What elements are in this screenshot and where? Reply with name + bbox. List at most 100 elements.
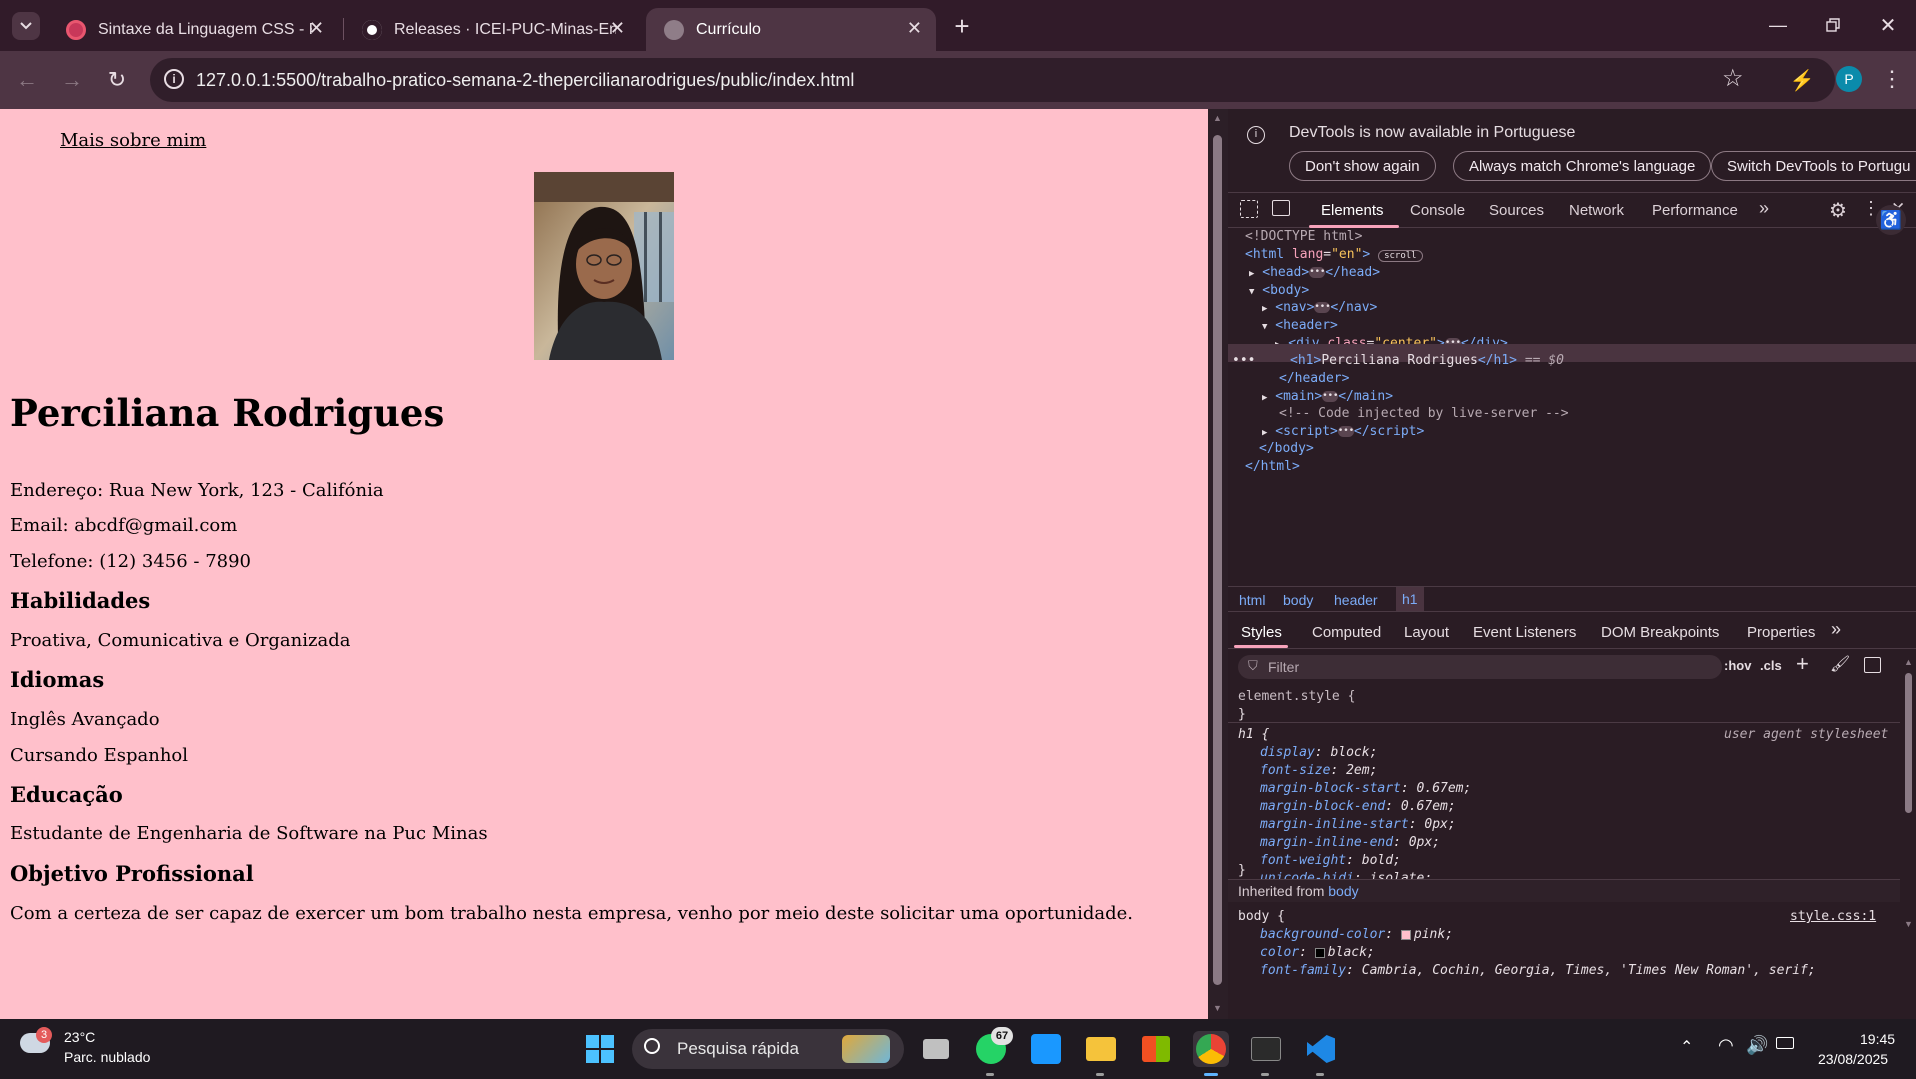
close-tab-icon[interactable]: ✕ (309, 18, 324, 39)
cls-toggle[interactable]: .cls (1760, 658, 1782, 673)
file-explorer-icon[interactable] (1083, 1031, 1119, 1067)
address-bar[interactable]: i 127.0.0.1:5500/trabalho-pratico-semana… (150, 58, 1835, 102)
tab-sources[interactable]: Sources (1489, 202, 1544, 219)
breadcrumb-header[interactable]: header (1334, 592, 1378, 608)
taskbar-search[interactable]: Pesquisa rápida (632, 1029, 904, 1069)
dom-node-html-close[interactable]: </html> (1245, 459, 1300, 474)
weather-widget[interactable]: 3 23°C Parc. nublado (20, 1027, 180, 1071)
task-view-icon[interactable] (918, 1031, 954, 1067)
close-tab-icon[interactable]: ✕ (907, 18, 922, 39)
inspect-element-icon[interactable] (1240, 200, 1258, 218)
dont-show-again-button[interactable]: Don't show again (1289, 151, 1436, 181)
paint-icon[interactable]: 🖌 (1830, 654, 1850, 674)
match-language-button[interactable]: Always match Chrome's language (1453, 151, 1712, 181)
browser-tab-curriculo[interactable]: Currículo ✕ (646, 8, 936, 51)
body-rule-selector[interactable]: body { (1238, 909, 1285, 924)
close-tab-icon[interactable]: ✕ (610, 18, 625, 39)
forward-button[interactable]: → (57, 65, 87, 95)
close-window-button[interactable]: ✕ (1870, 10, 1906, 40)
terminal-icon[interactable] (1248, 1031, 1284, 1067)
dom-node-header[interactable]: ▼ <header> (1262, 318, 1338, 333)
more-tabs-icon[interactable]: » (1759, 198, 1769, 219)
reload-button[interactable]: ↻ (102, 65, 132, 95)
minimize-button[interactable]: — (1760, 10, 1796, 40)
prime-video-icon[interactable] (1028, 1031, 1064, 1067)
browser-tab-css[interactable]: Sintaxe da Linguagem CSS - Re ✕ (48, 8, 338, 51)
tab-dom-breakpoints[interactable]: DOM Breakpoints (1601, 624, 1719, 641)
css-declaration[interactable]: display: block; (1260, 745, 1377, 760)
new-tab-button[interactable]: + (948, 11, 976, 41)
dom-node-html[interactable]: <html lang="en"> scroll (1245, 247, 1423, 262)
style-css-link[interactable]: style.css:1 (1790, 909, 1876, 924)
color-swatch[interactable] (1400, 929, 1411, 940)
dom-node-head[interactable]: ▶ <head>•••</head> (1249, 265, 1380, 280)
tab-search-button[interactable] (12, 12, 40, 40)
microsoft-store-icon[interactable] (1138, 1031, 1174, 1067)
css-declaration[interactable]: margin-inline-start: 0px; (1260, 817, 1456, 832)
accessibility-tree-button[interactable]: ♿ (1876, 205, 1906, 235)
css-declaration[interactable]: font-family: Cambria, Cochin, Georgia, T… (1260, 963, 1816, 978)
restore-button[interactable] (1815, 10, 1851, 40)
tab-computed[interactable]: Computed (1312, 624, 1381, 641)
dom-node-main[interactable]: ▶ <main>•••</main> (1262, 389, 1393, 404)
browser-tab-releases[interactable]: Releases · ICEI-PUC-Minas-EngS ✕ (344, 8, 639, 51)
tab-event-listeners[interactable]: Event Listeners (1473, 624, 1576, 641)
h1-rule-selector[interactable]: h1 { (1238, 727, 1269, 742)
page-scrollbar[interactable]: ▲ ▼ (1208, 109, 1228, 1019)
tab-network[interactable]: Network (1569, 202, 1624, 219)
switch-language-button[interactable]: Switch DevTools to Portugu (1711, 151, 1916, 181)
chrome-icon[interactable] (1193, 1031, 1229, 1067)
more-subtabs-icon[interactable]: » (1831, 619, 1841, 640)
add-rule-icon[interactable]: + (1796, 651, 1809, 677)
css-declaration[interactable]: background-color: pink; (1260, 927, 1453, 942)
volume-icon[interactable]: 🔊 (1746, 1035, 1768, 1056)
toggle-sidebar-icon[interactable] (1864, 657, 1881, 673)
extensions-icon[interactable]: ⚡ (1788, 66, 1816, 94)
hov-toggle[interactable]: :hov (1724, 658, 1751, 673)
start-button[interactable] (582, 1031, 618, 1067)
dom-node-body-close[interactable]: </body> (1259, 441, 1314, 456)
css-declaration[interactable]: margin-block-end: 0.67em; (1260, 799, 1456, 814)
styles-filter-input[interactable]: ⛉ Filter (1238, 655, 1722, 679)
browser-menu-icon[interactable]: ⋮ (1880, 64, 1904, 94)
dom-node-header-close[interactable]: </header> (1279, 371, 1349, 386)
show-hidden-icons-icon[interactable]: ⌃ (1680, 1037, 1693, 1057)
breadcrumb-html[interactable]: html (1239, 592, 1265, 608)
url-text[interactable]: 127.0.0.1:5500/trabalho-pratico-semana-2… (196, 70, 854, 91)
dom-node-script[interactable]: ▶ <script>•••</script> (1262, 424, 1424, 439)
css-declaration[interactable]: font-weight: bold; (1260, 853, 1401, 868)
profile-avatar[interactable]: P (1836, 66, 1862, 92)
clock-time[interactable]: 19:45 (1860, 1031, 1895, 1047)
clock-date[interactable]: 23/08/2025 (1818, 1051, 1888, 1067)
tab-styles[interactable]: Styles (1241, 624, 1282, 641)
css-declaration[interactable]: margin-block-start: 0.67em; (1260, 781, 1471, 796)
css-declaration[interactable]: margin-inline-end: 0px; (1260, 835, 1440, 850)
back-button[interactable]: ← (12, 65, 42, 95)
color-swatch[interactable] (1314, 947, 1325, 958)
vscode-icon[interactable] (1303, 1031, 1339, 1067)
whatsapp-icon[interactable]: 67 (973, 1027, 1013, 1067)
scroll-badge[interactable]: scroll (1378, 250, 1423, 262)
dom-node-body[interactable]: ▼ <body> (1249, 283, 1309, 298)
breadcrumb-body[interactable]: body (1283, 592, 1313, 608)
css-declaration[interactable]: color: black; (1260, 945, 1375, 960)
bookmark-star-icon[interactable]: ☆ (1722, 64, 1744, 93)
inherited-body-link[interactable]: body (1328, 883, 1358, 899)
dom-comment[interactable]: <!-- Code injected by live-server --> (1279, 406, 1569, 421)
nav-link-about[interactable]: Mais sobre mim (60, 130, 206, 151)
tab-layout[interactable]: Layout (1404, 624, 1449, 641)
tab-properties[interactable]: Properties (1747, 624, 1815, 641)
battery-icon[interactable] (1776, 1037, 1794, 1049)
settings-gear-icon[interactable]: ⚙ (1829, 198, 1847, 223)
tab-performance[interactable]: Performance (1652, 202, 1738, 219)
styles-scrollbar[interactable]: ▲ ▼ (1902, 657, 1914, 1019)
site-info-icon[interactable]: i (164, 69, 184, 89)
css-declaration[interactable]: font-size: 2em; (1260, 763, 1377, 778)
breadcrumb-h1[interactable]: h1 (1396, 587, 1424, 611)
dom-node-h1[interactable]: ••• <h1>Perciliana Rodrigues</h1> == $0 (1228, 353, 1564, 368)
dom-node-nav[interactable]: ▶ <nav>•••</nav> (1262, 300, 1377, 315)
wifi-icon[interactable]: ◠ (1718, 1035, 1734, 1056)
tab-console[interactable]: Console (1410, 202, 1465, 219)
element-style-rule[interactable]: element.style { (1238, 689, 1355, 704)
device-toolbar-icon[interactable] (1272, 200, 1290, 216)
